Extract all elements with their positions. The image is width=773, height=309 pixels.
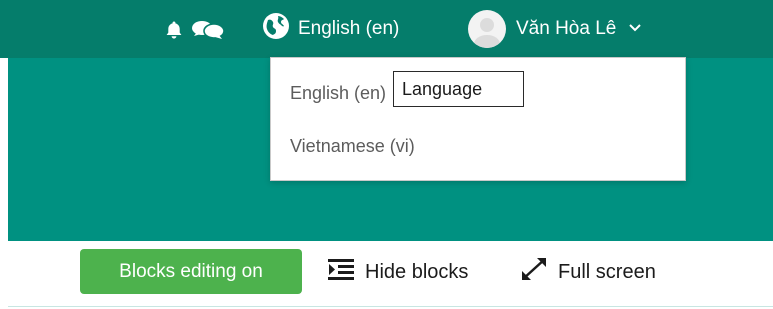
hide-blocks-label: Hide blocks bbox=[365, 260, 469, 283]
blocks-editing-button[interactable]: Blocks editing on bbox=[80, 249, 302, 294]
full-screen-label: Full screen bbox=[558, 260, 656, 283]
full-screen-button[interactable]: Full screen bbox=[520, 254, 656, 290]
toolbar-divider bbox=[8, 306, 773, 307]
language-menu-toggle[interactable]: English (en) bbox=[262, 8, 399, 50]
user-name: Văn Hòa Lê bbox=[516, 18, 617, 39]
hide-blocks-button[interactable]: Hide blocks bbox=[327, 254, 468, 290]
language-tooltip: Language bbox=[393, 71, 524, 107]
chat-icon[interactable] bbox=[191, 20, 225, 40]
tooltip-text: Language bbox=[402, 78, 483, 99]
top-navbar: English (en) Văn Hòa Lê bbox=[0, 0, 773, 58]
user-menu-toggle[interactable]: Văn Hòa Lê bbox=[468, 6, 642, 52]
blocks-editing-label: Blocks editing on bbox=[119, 260, 263, 282]
expand-icon bbox=[520, 256, 548, 288]
hide-blocks-icon bbox=[327, 256, 355, 288]
bell-icon[interactable] bbox=[164, 20, 184, 40]
chevron-down-icon bbox=[626, 18, 642, 40]
globe-icon bbox=[262, 12, 290, 46]
language-option-english[interactable]: English (en) bbox=[290, 83, 386, 104]
language-option-vietnamese[interactable]: Vietnamese (vi) bbox=[290, 136, 415, 157]
avatar bbox=[468, 10, 506, 48]
language-menu-label: English (en) bbox=[298, 18, 400, 39]
